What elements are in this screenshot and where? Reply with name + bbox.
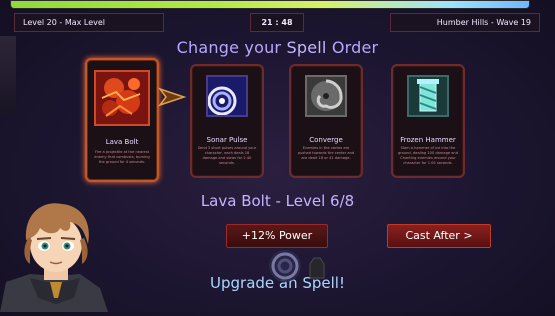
card-description: Send 3 short pulses around your characte… [197, 146, 257, 165]
card-name: Converge [309, 136, 343, 144]
card-name: Sonar Pulse [206, 136, 248, 144]
spell-card-converge[interactable]: Converge Enemies in the vortex are pushe… [289, 64, 363, 178]
arrow-right-icon [157, 86, 188, 108]
card-description: Fire a projectile at the nearest enemy t… [94, 150, 150, 164]
screen-title: Change your Spell Order [176, 38, 379, 57]
sonar-pulse-icon [206, 75, 248, 117]
card-name: Frozen Hammer [400, 136, 456, 144]
cast-after-button[interactable]: Cast After > [387, 224, 491, 248]
spell-card-lava-bolt[interactable]: Lava Bolt Fire a projectile at the neare… [85, 58, 159, 182]
card-description: Enemies in the vortex are pushed towards… [297, 146, 355, 160]
lava-bolt-icon [94, 70, 150, 126]
vortex-icon [305, 75, 347, 117]
timer: 21 : 48 [250, 13, 304, 32]
card-description: Slam a hammer of ice into the ground, de… [398, 146, 458, 165]
experience-bar [10, 0, 530, 9]
spell-card-sonar-pulse[interactable]: Sonar Pulse Send 3 short pulses around y… [190, 64, 264, 178]
player-level-label: Level 20 - Max Level [14, 13, 164, 32]
spiral-icon [266, 248, 304, 284]
card-name: Lava Bolt [105, 138, 139, 146]
location-wave-label: Humber Hills - Wave 19 [390, 13, 540, 32]
frozen-hammer-icon [407, 75, 449, 117]
spell-card-frozen-hammer[interactable]: Frozen Hammer Slam a hammer of ice into … [391, 64, 465, 178]
gauntlet-icon [306, 254, 328, 280]
character-portrait [0, 198, 112, 312]
power-upgrade-button[interactable]: +12% Power [226, 224, 328, 248]
